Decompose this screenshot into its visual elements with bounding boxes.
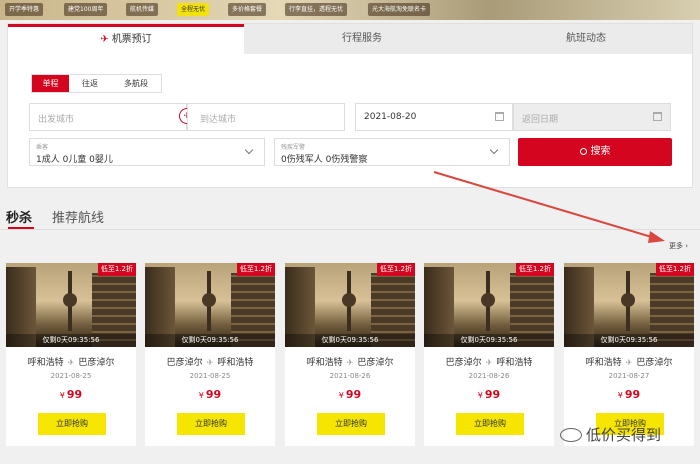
currency-symbol: ¥ <box>477 391 483 400</box>
price: ¥99 <box>424 388 554 401</box>
countdown-timer: 仅剩0天09:35:56 <box>564 334 694 347</box>
currency-symbol: ¥ <box>338 391 344 400</box>
origin-city: 呼和浩特 <box>27 358 64 368</box>
flight-date: 2021-08-25 <box>50 372 92 380</box>
deal-card[interactable]: 低至1.2折仅剩0天09:35:56 巴彦淖尔 ✈ 呼和浩特 2021-08-26 ¥99… <box>424 263 554 446</box>
destination-city: 呼和浩特 <box>217 358 254 368</box>
deal-card[interactable]: 低至1.2折仅剩0天09:35:56 呼和浩特 ✈ 巴彦淖尔 2021-08-27 ¥99… <box>564 263 694 446</box>
tower-sphere-shape <box>481 293 495 307</box>
destination-city: 巴彦淖尔 <box>636 358 673 368</box>
plane-icon: ✈ <box>206 358 214 367</box>
countdown-timer: 仅剩0天09:35:56 <box>6 334 136 347</box>
flight-date: 2021-08-26 <box>329 372 371 380</box>
wechat-icon <box>560 428 582 442</box>
discount-badge: 低至1.2折 <box>515 263 554 276</box>
route: 呼和浩特 ✈ 巴彦淖尔 <box>6 355 136 368</box>
destination-city: 呼和浩特 <box>496 358 533 368</box>
origin-city: 呼和浩特 <box>306 358 343 368</box>
price: ¥99 <box>564 388 694 401</box>
destination-city: 巴彦淖尔 <box>357 358 394 368</box>
price-value: 99 <box>345 388 362 401</box>
flight-date: 2021-08-25 <box>189 372 231 380</box>
tower-sphere-shape <box>342 293 356 307</box>
currency-symbol: ¥ <box>617 391 623 400</box>
route: 巴彦淖尔 ✈ 呼和浩特 <box>145 355 275 368</box>
buy-now-button[interactable]: 立即抢购 <box>456 413 524 435</box>
currency-symbol: ¥ <box>59 391 65 400</box>
flight-date: 2021-08-26 <box>468 372 510 380</box>
countdown-timer: 仅剩0天09:35:56 <box>285 334 415 347</box>
city-photo: 低至1.2折仅剩0天09:35:56 <box>6 263 136 347</box>
tower-sphere-shape <box>621 293 635 307</box>
plane-icon: ✈ <box>625 358 633 367</box>
price-value: 99 <box>205 388 222 401</box>
price: ¥99 <box>145 388 275 401</box>
buy-now-button[interactable]: 立即抢购 <box>38 413 106 435</box>
deal-card[interactable]: 低至1.2折仅剩0天09:35:56 呼和浩特 ✈ 巴彦淖尔 2021-08-26 ¥99… <box>285 263 415 446</box>
discount-badge: 低至1.2折 <box>97 263 136 276</box>
discount-badge: 低至1.2折 <box>236 263 275 276</box>
route: 巴彦淖尔 ✈ 呼和浩特 <box>424 355 554 368</box>
city-photo: 低至1.2折仅剩0天09:35:56 <box>145 263 275 347</box>
discount-badge: 低至1.2折 <box>376 263 415 276</box>
currency-symbol: ¥ <box>198 391 204 400</box>
tower-sphere-shape <box>202 293 216 307</box>
price-value: 99 <box>624 388 641 401</box>
price: ¥99 <box>285 388 415 401</box>
price-value: 99 <box>66 388 83 401</box>
buy-now-button[interactable]: 立即抢购 <box>177 413 245 435</box>
route: 呼和浩特 ✈ 巴彦淖尔 <box>285 355 415 368</box>
price: ¥99 <box>6 388 136 401</box>
origin-city: 呼和浩特 <box>585 358 622 368</box>
city-photo: 低至1.2折仅剩0天09:35:56 <box>424 263 554 347</box>
city-photo: 低至1.2折仅剩0天09:35:56 <box>564 263 694 347</box>
destination-city: 巴彦淖尔 <box>78 358 115 368</box>
plane-icon: ✈ <box>346 358 354 367</box>
city-photo: 低至1.2折仅剩0天09:35:56 <box>285 263 415 347</box>
origin-city: 巴彦淖尔 <box>166 358 203 368</box>
route: 呼和浩特 ✈ 巴彦淖尔 <box>564 355 694 368</box>
plane-icon: ✈ <box>67 358 75 367</box>
flight-date: 2021-08-27 <box>608 372 650 380</box>
price-value: 99 <box>484 388 501 401</box>
origin-city: 巴彦淖尔 <box>445 358 482 368</box>
deal-card[interactable]: 低至1.2折仅剩0天09:35:56 呼和浩特 ✈ 巴彦淖尔 2021-08-25 ¥99… <box>6 263 136 446</box>
countdown-timer: 仅剩0天09:35:56 <box>145 334 275 347</box>
plane-icon: ✈ <box>485 358 493 367</box>
discount-badge: 低至1.2折 <box>655 263 694 276</box>
tower-sphere-shape <box>63 293 77 307</box>
deal-card[interactable]: 低至1.2折仅剩0天09:35:56 巴彦淖尔 ✈ 呼和浩特 2021-08-25 ¥99… <box>145 263 275 446</box>
buy-now-button[interactable]: 立即抢购 <box>317 413 385 435</box>
watermark-text: 低价买得到 <box>586 426 662 444</box>
countdown-timer: 仅剩0天09:35:56 <box>424 334 554 347</box>
watermark: 低价买得到 <box>560 424 661 445</box>
